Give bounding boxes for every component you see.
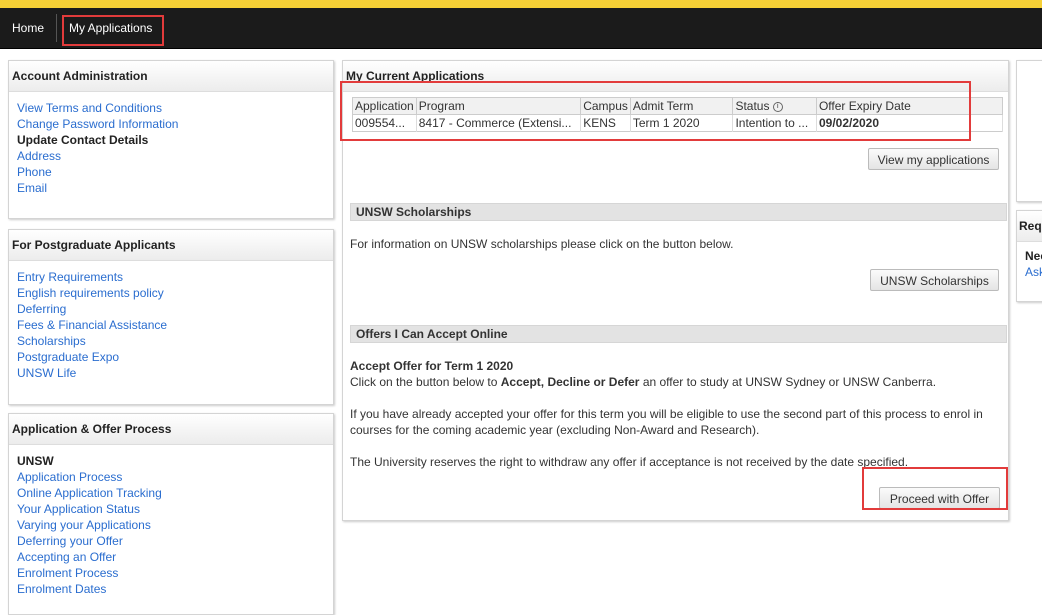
line1-post: an offer to study at UNSW Sydney or UNSW…	[639, 375, 937, 389]
main-panel: My Current Applications Application Prog…	[342, 60, 1009, 521]
right-ask-link[interactable]: Ask	[1025, 264, 1042, 280]
nav-home[interactable]: Home	[4, 8, 52, 48]
link-enrolment-dates[interactable]: Enrolment Dates	[17, 581, 333, 597]
accept-offer-line1: Click on the button below to Accept, Dec…	[350, 374, 1000, 390]
top-accent-stripe	[0, 0, 1042, 8]
offers-heading: Offers I Can Accept Online	[350, 325, 1007, 343]
cell-program: 8417 - Commerce (Extensi...	[416, 114, 582, 132]
link-fees-financial[interactable]: Fees & Financial Assistance	[17, 317, 333, 333]
link-email[interactable]: Email	[17, 180, 333, 196]
link-postgrad-expo[interactable]: Postgraduate Expo	[17, 349, 333, 365]
right-panel-requests: Req Nee Ask	[1016, 210, 1042, 302]
cell-application[interactable]: 009554...	[352, 114, 417, 132]
cell-admit-term: Term 1 2020	[630, 114, 734, 132]
right-nee-label: Nee	[1025, 249, 1042, 263]
link-application-process[interactable]: Application Process	[17, 469, 333, 485]
current-applications-title: My Current Applications	[343, 61, 1008, 92]
accept-offer-subtitle: Accept Offer for Term 1 2020	[350, 359, 514, 373]
process-title: Application & Offer Process	[9, 414, 333, 445]
link-phone[interactable]: Phone	[17, 164, 333, 180]
unsw-scholarships-button[interactable]: UNSW Scholarships	[870, 269, 999, 291]
col-offer-expiry: Offer Expiry Date	[816, 97, 1004, 115]
nav-separator	[56, 14, 57, 42]
link-deferring[interactable]: Deferring	[17, 301, 333, 317]
line1-bold: Accept, Decline or Defer	[500, 375, 640, 389]
col-status-label: Status	[735, 99, 770, 113]
proceed-with-offer-button[interactable]: Proceed with Offer	[879, 487, 1000, 509]
link-unsw-life[interactable]: UNSW Life	[17, 365, 333, 381]
top-navbar: Home My Applications	[0, 8, 1042, 49]
table-header-row: Application Program Campus Admit Term St…	[352, 97, 1004, 115]
table-row[interactable]: 009554... 8417 - Commerce (Extensi... KE…	[352, 114, 1004, 132]
col-campus: Campus	[580, 97, 631, 115]
line1-pre: Click on the button below to	[350, 375, 501, 389]
link-online-tracking[interactable]: Online Application Tracking	[17, 485, 333, 501]
postgrad-panel: For Postgraduate Applicants Entry Requir…	[8, 229, 334, 405]
accept-offer-paragraph-2: If you have already accepted your offer …	[350, 407, 983, 437]
scholarships-heading: UNSW Scholarships	[350, 203, 1007, 221]
account-admin-title: Account Administration	[9, 61, 333, 92]
account-admin-panel: Account Administration View Terms and Co…	[8, 60, 334, 219]
link-accepting-offer[interactable]: Accepting an Offer	[17, 549, 333, 565]
applications-table: Application Program Campus Admit Term St…	[352, 97, 1004, 132]
right-req-title: Req	[1017, 211, 1042, 242]
scholarships-text: For information on UNSW scholarships ple…	[350, 237, 734, 251]
link-entry-requirements[interactable]: Entry Requirements	[17, 269, 333, 285]
col-status: Status i	[732, 97, 817, 115]
accept-offer-paragraph-3: The University reserves the right to wit…	[350, 455, 909, 469]
nav-my-applications[interactable]: My Applications	[61, 8, 160, 48]
cell-campus: KENS	[580, 114, 631, 132]
view-my-applications-button[interactable]: View my applications	[868, 148, 999, 170]
right-panel-top	[1016, 60, 1042, 202]
link-deferring-offer[interactable]: Deferring your Offer	[17, 533, 333, 549]
update-contact-heading: Update Contact Details	[17, 133, 149, 147]
cell-status: Intention to ...	[732, 114, 817, 132]
link-change-password[interactable]: Change Password Information	[17, 116, 333, 132]
process-group-unsw: UNSW	[17, 454, 54, 468]
link-address[interactable]: Address	[17, 148, 333, 164]
link-english-requirements[interactable]: English requirements policy	[17, 285, 333, 301]
link-view-terms[interactable]: View Terms and Conditions	[17, 100, 333, 116]
link-scholarships[interactable]: Scholarships	[17, 333, 333, 349]
link-varying-applications[interactable]: Varying your Applications	[17, 517, 333, 533]
postgrad-title: For Postgraduate Applicants	[9, 230, 333, 261]
process-panel: Application & Offer Process UNSW Applica…	[8, 413, 334, 615]
link-enrolment-process[interactable]: Enrolment Process	[17, 565, 333, 581]
col-admit-term: Admit Term	[630, 97, 734, 115]
col-application: Application	[352, 97, 417, 115]
cell-offer-expiry: 09/02/2020	[816, 114, 1004, 132]
col-program: Program	[416, 97, 582, 115]
info-icon[interactable]: i	[772, 101, 783, 112]
link-application-status[interactable]: Your Application Status	[17, 501, 333, 517]
